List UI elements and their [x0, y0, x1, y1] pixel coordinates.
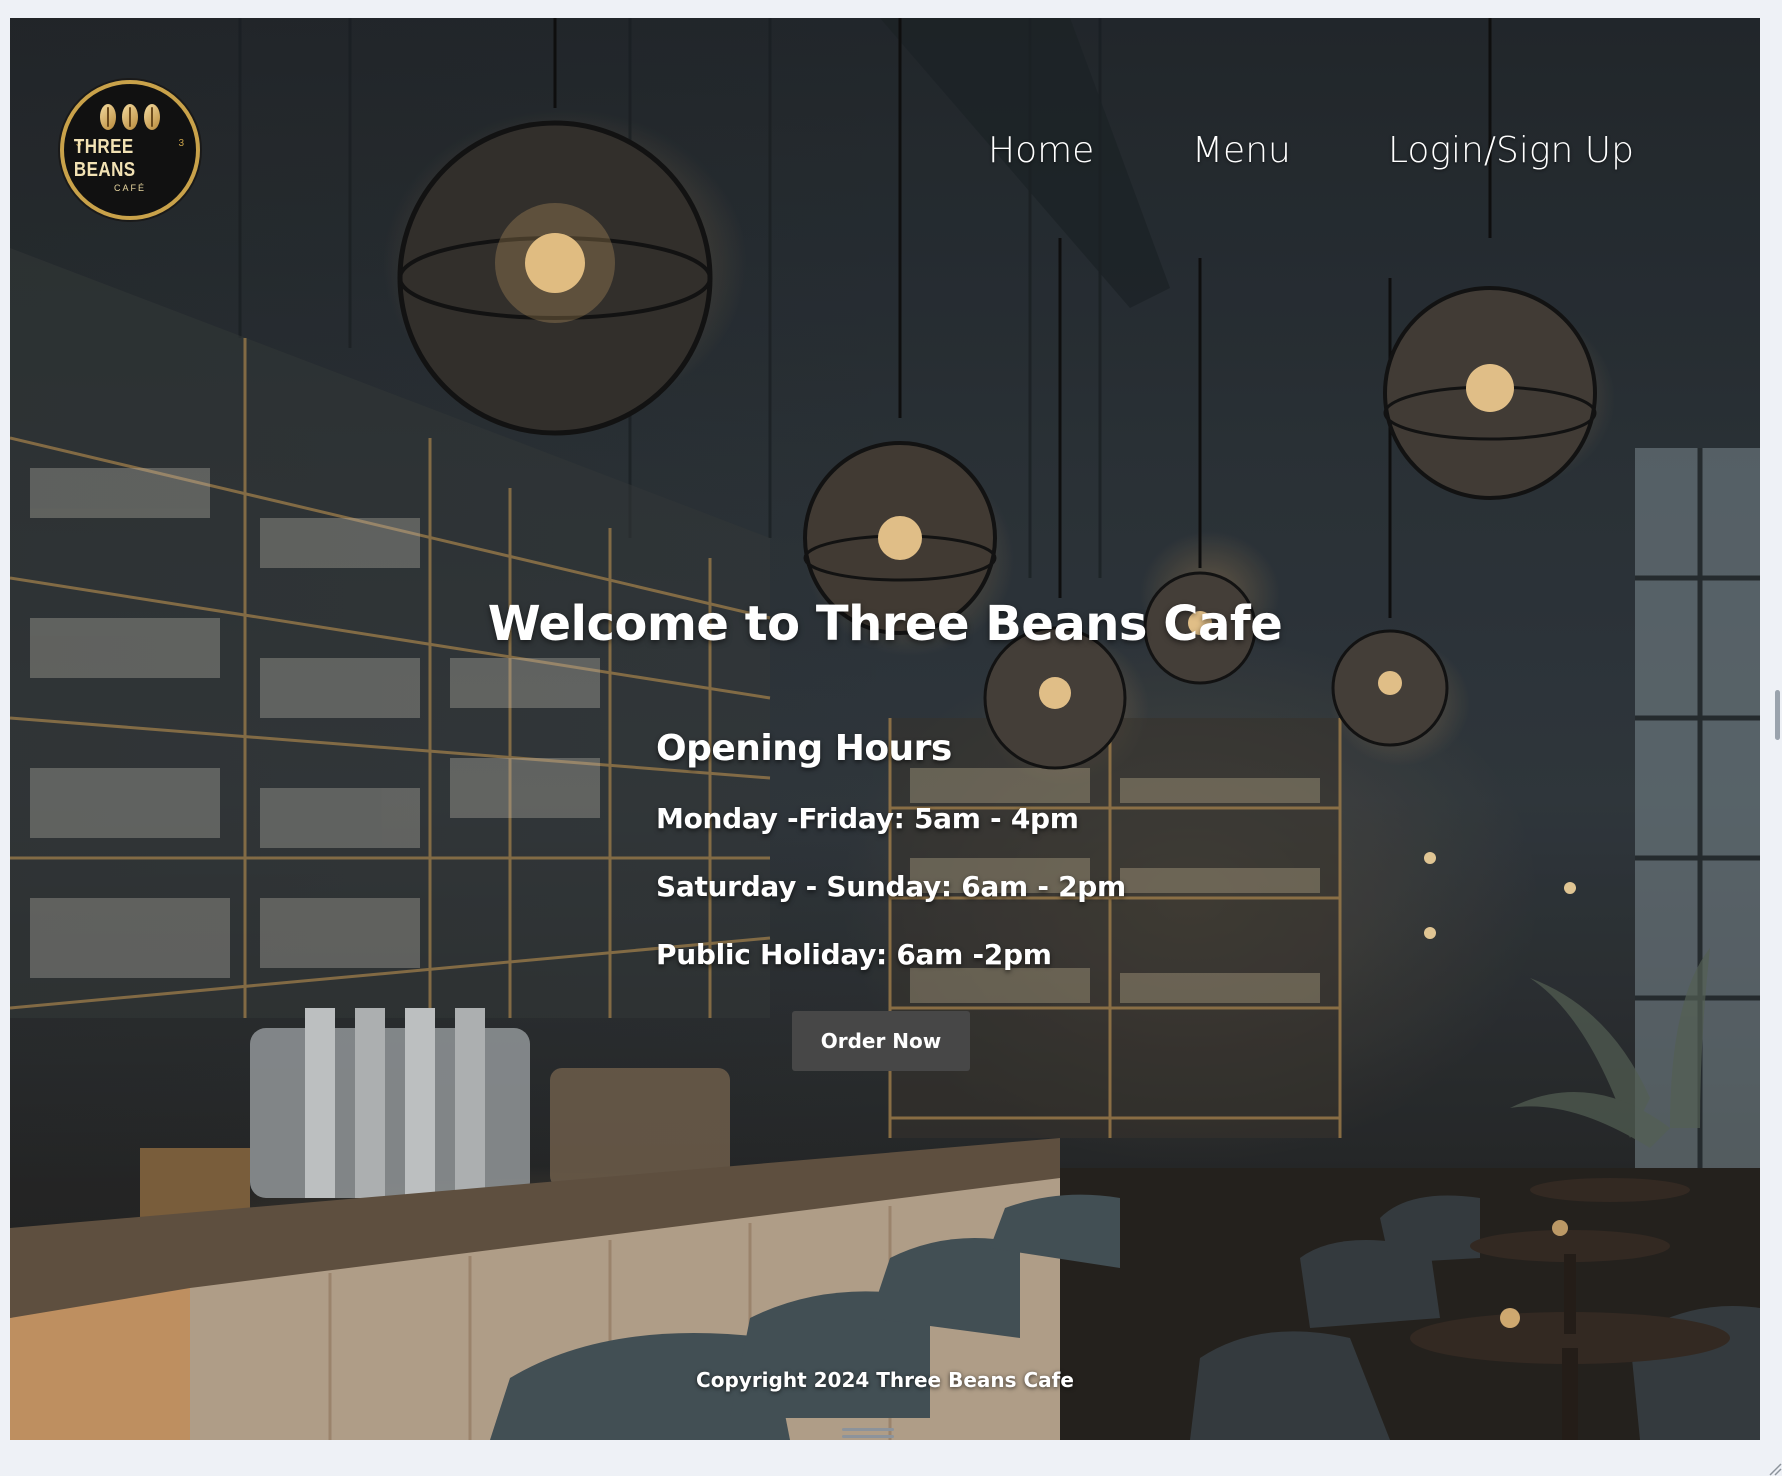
hours-line-public-holiday: Public Holiday: 6am -2pm — [656, 938, 1052, 971]
nav-item-home[interactable]: Home — [988, 130, 1094, 171]
hours-line-weekend: Saturday - Sunday: 6am - 2pm — [656, 870, 1126, 903]
nav-item-menu[interactable]: Menu — [1192, 130, 1291, 171]
resize-corner-icon[interactable] — [1768, 1462, 1782, 1476]
scrollbar-handle[interactable] — [1775, 690, 1780, 740]
opening-hours-heading: Opening Hours — [656, 728, 952, 769]
drag-handle-icon[interactable] — [842, 1428, 894, 1440]
opening-hours: Opening Hours Monday -Friday: 5am - 4pm … — [656, 728, 1126, 971]
nav-item-login-signup[interactable]: Login/Sign Up — [1388, 130, 1634, 171]
hours-line-weekdays: Monday -Friday: 5am - 4pm — [656, 802, 1079, 835]
footer-copyright: Copyright 2024 Three Beans Cafe — [696, 1368, 1074, 1392]
order-now-button[interactable]: Order Now — [792, 1011, 970, 1071]
coffee-beans-icon — [100, 103, 160, 130]
main-nav: Home Menu Login/Sign Up — [10, 130, 1760, 190]
hero-section: 3 3 THREE BEANS CAFÉ Home Menu Login/Sig… — [10, 18, 1760, 1440]
hero-title: Welcome to Three Beans Cafe — [487, 596, 1283, 652]
